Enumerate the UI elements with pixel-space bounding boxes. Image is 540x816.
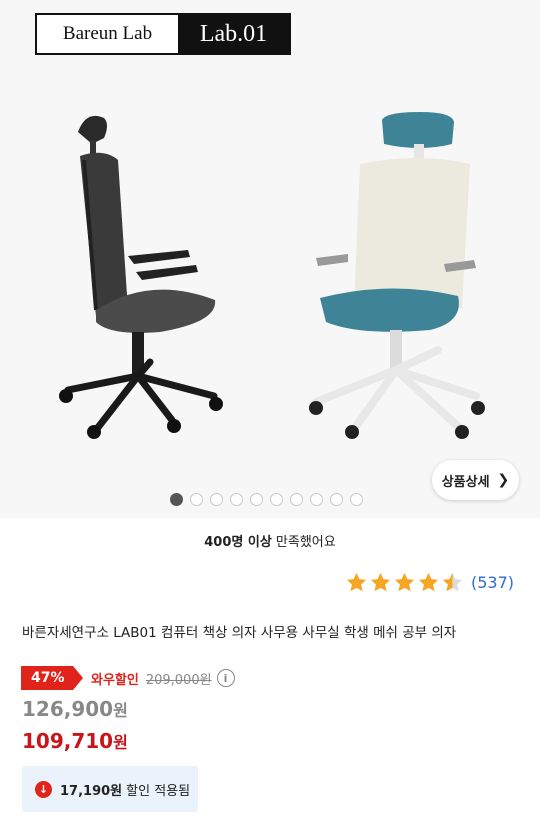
discount-rate-badge: 47% [21,666,83,690]
product-rating[interactable]: (537) [345,571,514,594]
gallery-dot[interactable] [350,493,363,506]
wow-price-amount: 109,710 [22,729,114,753]
gallery-dot[interactable] [210,493,223,506]
satisfaction-notice: 400명 이상 만족했어요 [0,531,540,550]
star-icon [418,572,439,592]
wow-discount-label: 와우할인 [91,672,139,688]
star-icon [394,572,415,592]
brand-model: Lab.01 [178,15,289,53]
discount-row: 47% 와우할인 209,000원 i [21,666,235,690]
coupon-applied-box[interactable]: ↓ 17,190원 할인 적용됨 [22,766,198,812]
gallery-pagination[interactable] [170,493,363,506]
product-detail-button[interactable]: 상품상세 ❯ [432,460,519,500]
sale-price: 126,900원 [22,697,128,721]
review-count-link[interactable]: (537) [471,573,514,592]
currency-unit: 원 [113,701,128,720]
star-icon [370,572,391,592]
gallery-dot[interactable] [250,493,263,506]
chevron-right-icon: ❯ [497,472,510,488]
coupon-amount: 17,190원 [60,783,123,799]
currency-unit: 원 [113,733,128,752]
satisfaction-text: 만족했어요 [271,535,336,550]
info-icon[interactable]: i [216,669,235,687]
white-teal-chair-image [309,112,485,439]
wow-price: 109,710원 [22,729,128,753]
brand-logo: Bareun Lab Lab.01 [35,13,291,55]
gallery-dot[interactable] [170,493,183,506]
gallery-dot[interactable] [310,493,323,506]
coupon-text: 할인 적용됨 [126,783,191,799]
down-arrow-icon: ↓ [35,780,52,798]
sale-price-amount: 126,900 [22,697,114,721]
black-chair-image [59,115,223,439]
product-photo-chairs [59,112,485,439]
gallery-dot[interactable] [290,493,303,506]
gallery-dot[interactable] [270,493,283,506]
gallery-dot[interactable] [190,493,203,506]
gallery-dot[interactable] [330,493,343,506]
original-price: 209,000원 [145,672,212,688]
star-icon [346,572,367,592]
gallery-dot[interactable] [230,493,243,506]
brand-name: Bareun Lab [62,23,153,44]
half-star-icon [442,572,463,592]
product-image-gallery[interactable]: Bareun Lab Lab.01 상품상세 ❯ [0,0,540,518]
product-title: 바른자세연구소 LAB01 컴퓨터 책상 의자 사무용 사무실 학생 메쉬 공부… [22,625,457,641]
product-detail-label: 상품상세 [441,474,490,490]
satisfaction-count: 400명 이상 [204,535,272,550]
